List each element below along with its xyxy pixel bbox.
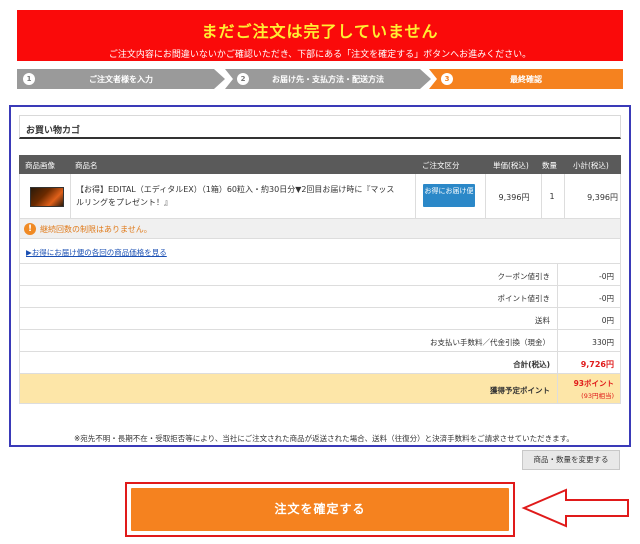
item-quantity: 1 [549,192,555,201]
header-image: 商品画像 [25,161,55,170]
exclamation-circle-icon: ! [24,223,36,235]
header-name: 商品名 [75,161,98,170]
step-2-label: お届け先・支払方法・配送方法 [272,75,384,84]
confirm-order-button[interactable]: 注文を確定する [131,488,509,531]
progress-steps: 1 ご注文者様を入力 2 お届け先・支払方法・配送方法 3 最終確認 [17,69,623,89]
payment-fee-row: お支払い手数料／代金引換（現金） 330円 [19,330,621,352]
product-image[interactable] [30,187,64,207]
warning-banner: まだご注文は完了していません ご注文内容にお間違いないかご確認いただき、下部にあ… [17,10,623,61]
shipping-value: 0円 [601,316,614,325]
earned-points-value: 93ポイント [573,379,614,388]
step-1: 1 ご注文者様を入力 [17,69,225,89]
price-link-row: ▶お得にお届け便の各回の商品価格を見る [19,239,621,264]
step-1-label: ご注文者様を入力 [89,75,153,84]
banner-subtitle: ご注文内容にお間違いないかご確認いただき、下部にある「注文を確定する」ボタンへお… [108,50,532,60]
step-2: 2 お届け先・支払方法・配送方法 [225,69,431,89]
payment-fee-value: 330円 [592,338,614,347]
step-3-label: 最終確認 [510,75,542,84]
step-3-current: 3 最終確認 [429,69,623,89]
header-order-type: ご注文区分 [422,161,460,170]
item-subtotal: 9,396円 [587,193,618,202]
coupon-discount-row: クーポン値引き -0円 [19,264,621,286]
earned-points-label: 獲得予定ポイント [490,386,550,395]
payment-fee-label: お支払い手数料／代金引換（現金） [430,338,550,347]
cart-table-header: 商品画像 商品名 ご注文区分 単価(税込) 数量 小計(税込) [19,155,621,174]
earned-points-row: 獲得予定ポイント 93ポイント (93円相当) [19,374,621,404]
change-items-button[interactable]: 商品・数量を変更する [522,450,620,470]
view-delivery-prices-link[interactable]: ▶お得にお届け便の各回の商品価格を見る [26,247,167,258]
total-row: 合計(税込) 9,726円 [19,352,621,374]
points-discount-value: -0円 [599,294,614,303]
points-discount-row: ポイント値引き -0円 [19,286,621,308]
left-arrow-pointer-icon [521,488,629,528]
coupon-label: クーポン値引き [497,272,551,281]
product-name[interactable]: 【お得】EDITAL（エディタルEX）（1箱）60粒入・約30日分▼2回目お届け… [76,183,401,209]
earned-points-sub: (93円相当) [581,392,614,400]
order-type-badge: お得にお届け便 [423,184,475,207]
shipping-label: 送料 [535,316,550,325]
header-quantity: 数量 [542,161,557,170]
subscription-notice: ! 継続回数の制限はありません。 [19,219,621,239]
total-label: 合計(税込) [513,360,550,369]
header-unit-price: 単価(税込) [493,161,529,170]
cart-item-row: 【お得】EDITAL（エディタルEX）（1箱）60粒入・約30日分▼2回目お届け… [19,174,621,219]
coupon-value: -0円 [599,272,614,281]
points-discount-label: ポイント値引き [497,294,551,303]
notice-text: 継続回数の制限はありません。 [40,225,152,234]
banner-title: まだご注文は完了していません [201,22,439,41]
return-policy-footnote: ※宛先不明・長期不在・受取拒否等により、当社にご注文された商品が返送された場合、… [74,434,574,443]
unit-price: 9,396円 [498,193,530,202]
shopping-cart-panel: お買い物カゴ 商品画像 商品名 ご注文区分 単価(税込) 数量 小計(税込) 【… [9,105,631,447]
shipping-row: 送料 0円 [19,308,621,330]
cart-title: お買い物カゴ [19,115,621,139]
header-subtotal: 小計(税込) [573,161,609,170]
total-value: 9,726円 [580,360,614,369]
